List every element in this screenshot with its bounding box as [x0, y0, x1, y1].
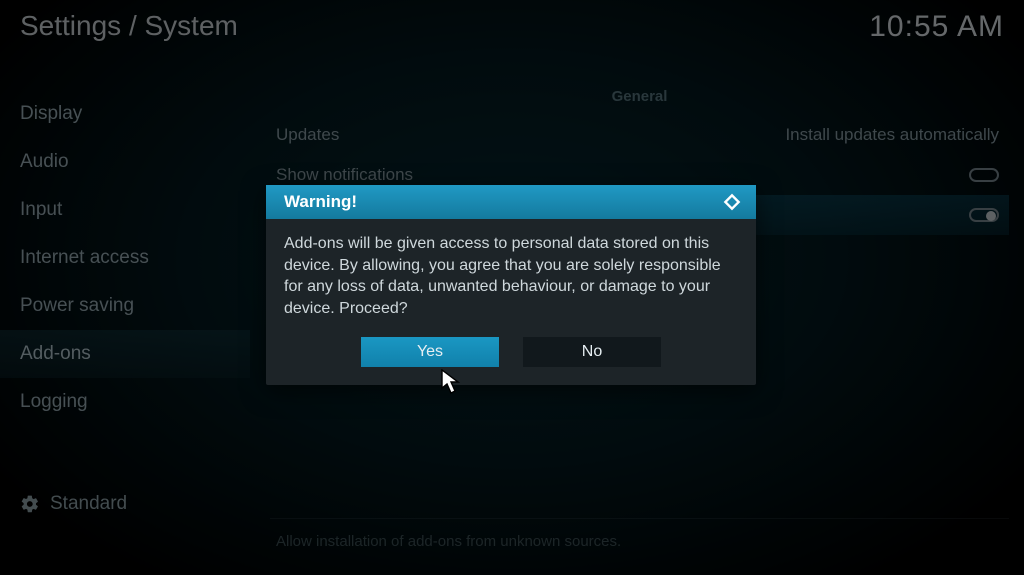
- sidebar-item-addons[interactable]: Add-ons: [0, 330, 250, 378]
- breadcrumb: Settings / System: [20, 10, 238, 42]
- sidebar-item-power-saving[interactable]: Power saving: [0, 282, 250, 330]
- setting-value: Install updates automatically: [785, 125, 999, 145]
- gear-icon: [20, 494, 40, 514]
- setting-label: Updates: [276, 125, 339, 145]
- kodi-logo-icon: [722, 192, 742, 212]
- sidebar: Display Audio Input Internet access Powe…: [0, 90, 250, 426]
- warning-dialog: Warning! Add-ons will be given access to…: [266, 185, 756, 385]
- header: Settings / System 10:55 AM: [20, 10, 1004, 44]
- sidebar-item-internet[interactable]: Internet access: [0, 234, 250, 282]
- dialog-buttons: Yes No: [266, 337, 756, 385]
- setting-description: Allow installation of add-ons from unkno…: [270, 518, 1009, 550]
- setting-label: Show notifications: [276, 165, 413, 185]
- sidebar-item-display[interactable]: Display: [0, 90, 250, 138]
- toggle-off-icon[interactable]: [969, 168, 999, 182]
- yes-button[interactable]: Yes: [361, 337, 499, 367]
- dialog-title: Warning!: [284, 192, 357, 212]
- sidebar-item-input[interactable]: Input: [0, 186, 250, 234]
- toggle-on-icon[interactable]: [969, 208, 999, 222]
- cursor-icon: [441, 369, 461, 395]
- clock: 10:55 AM: [869, 10, 1004, 44]
- no-button[interactable]: No: [523, 337, 661, 367]
- setting-row-updates[interactable]: Updates Install updates automatically: [270, 115, 1009, 155]
- settings-level-label: Standard: [50, 493, 127, 515]
- sidebar-item-audio[interactable]: Audio: [0, 138, 250, 186]
- settings-level[interactable]: Standard: [20, 493, 127, 515]
- section-heading: General: [270, 88, 1009, 105]
- sidebar-item-logging[interactable]: Logging: [0, 378, 250, 426]
- dialog-body: Add-ons will be given access to personal…: [266, 219, 756, 337]
- dialog-header: Warning!: [266, 185, 756, 219]
